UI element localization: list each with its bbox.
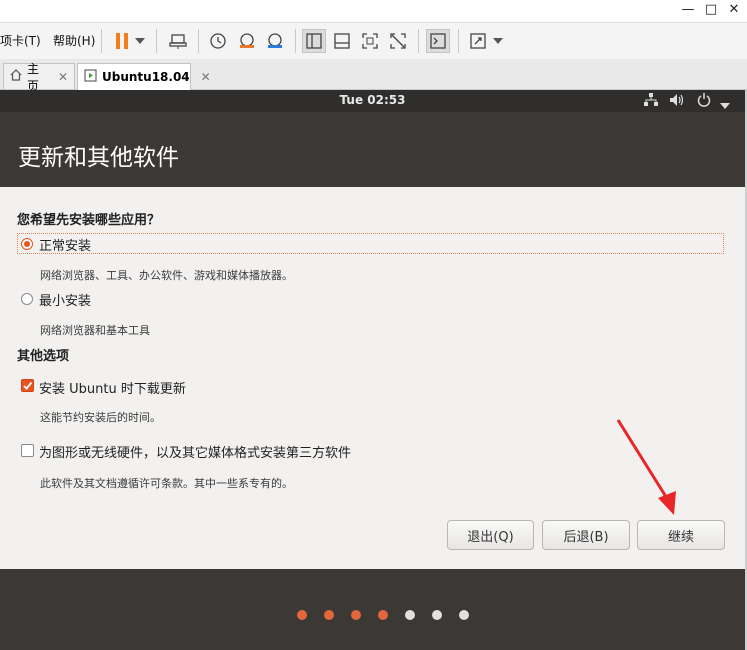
tab-close-icon[interactable]: ✕ [201,70,211,84]
toolbar-separator [101,29,102,53]
page-title: 更新和其他软件 [18,145,179,171]
minimize-icon[interactable]: — [676,2,700,17]
selected-option-focus [17,233,724,254]
stretch-dropdown-icon[interactable] [490,29,506,53]
toolbar-separator [198,29,199,53]
third-party-label[interactable]: 为图形或无线硬件，以及其它媒体格式安装第三方软件 [39,442,351,461]
progress-dot-pending [431,610,442,620]
toolbar-separator [156,29,157,53]
radio-minimal-install[interactable] [21,293,33,305]
third-party-description: 此软件及其文档遵循许可条款。其中一些系专有的。 [40,477,293,490]
tab-ubuntu[interactable]: Ubuntu18.04 ✕ [77,63,211,90]
vm-icon [84,69,97,85]
network-icon[interactable] [644,93,658,110]
progress-dots [0,610,745,620]
stretch-guest-icon[interactable] [466,29,490,53]
tab-close-icon[interactable]: ✕ [58,70,68,84]
progress-dot-done [296,610,307,620]
toolbar-separator [295,29,296,53]
clock[interactable]: Tue 02:53 [0,93,745,107]
show-thumbnail-icon[interactable] [330,29,354,53]
unity-mode-icon[interactable] [386,29,410,53]
checkbox-download-updates[interactable] [21,379,34,392]
download-updates-description: 这能节约安装后的时间。 [40,411,161,424]
vmware-toolbar: 项卡(T) 帮助(H) [0,22,747,60]
snapshot-icon[interactable] [206,29,230,53]
annotation-arrow [616,419,676,515]
progress-dot-pending [458,610,469,620]
ubuntu-top-bar: Tue 02:53 [0,90,745,112]
download-updates-label[interactable]: 安装 Ubuntu 时下载更新 [39,378,186,397]
snapshot-manager-icon[interactable] [263,29,287,53]
menu-help[interactable]: 帮助(H) [53,32,95,49]
radio-normal-install[interactable] [21,238,33,250]
continue-button[interactable]: 继续 [637,520,725,550]
progress-dot-done [323,610,334,620]
power-icon[interactable] [697,93,711,110]
installer-header: 更新和其他软件 [0,112,745,187]
window-titlebar: — □ ✕ [0,0,747,22]
tab-home[interactable]: 主页 ✕ [3,62,75,93]
checkbox-third-party[interactable] [21,444,34,457]
other-options-heading: 其他选项 [17,349,70,364]
toolbar-separator [418,29,419,53]
revert-snapshot-icon[interactable] [235,29,259,53]
full-screen-icon[interactable] [358,29,382,53]
installer-panel: 您希望先安装哪些应用？ 正常安装 网络浏览器、工具、办公软件、游戏和媒体播放器。… [0,187,745,569]
maximize-icon[interactable]: □ [699,2,723,17]
back-button[interactable]: 后退(B) [542,520,630,550]
progress-dot-done [350,610,361,620]
system-menu-chevron-down-icon[interactable] [720,98,730,112]
option-normal-label[interactable]: 正常安装 [39,235,91,254]
ubuntu-installer-screen: Tue 02:53 更新和其他软件 您希望先安装哪些应用？ 正常安装 网络浏览器… [0,90,745,650]
toolbar-separator [458,29,459,53]
home-icon [10,69,22,84]
send-ctrl-alt-del-icon[interactable] [166,29,190,53]
progress-dot-done [377,610,388,620]
tab-home-label: 主页 [27,61,40,93]
menu-tabs[interactable]: 项卡(T) [0,32,41,49]
tab-ubuntu-label: Ubuntu18.04 [102,70,190,84]
volume-icon[interactable] [669,93,685,110]
option-minimal-description: 网络浏览器和基本工具 [40,324,150,337]
quit-button[interactable]: 退出(Q) [447,520,534,550]
option-minimal-label[interactable]: 最小安装 [39,290,91,309]
option-normal-description: 网络浏览器、工具、办公软件、游戏和媒体播放器。 [40,269,293,282]
pause-icon[interactable] [110,29,134,53]
tab-bar: 主页 ✕ Ubuntu18.04 ✕ [0,59,747,93]
pause-dropdown-icon[interactable] [132,29,148,53]
progress-dot-pending [404,610,415,620]
install-question: 您希望先安装哪些应用？ [17,213,161,228]
console-view-icon[interactable] [426,29,450,53]
show-library-icon[interactable] [302,29,326,53]
close-icon[interactable]: ✕ [722,2,746,17]
